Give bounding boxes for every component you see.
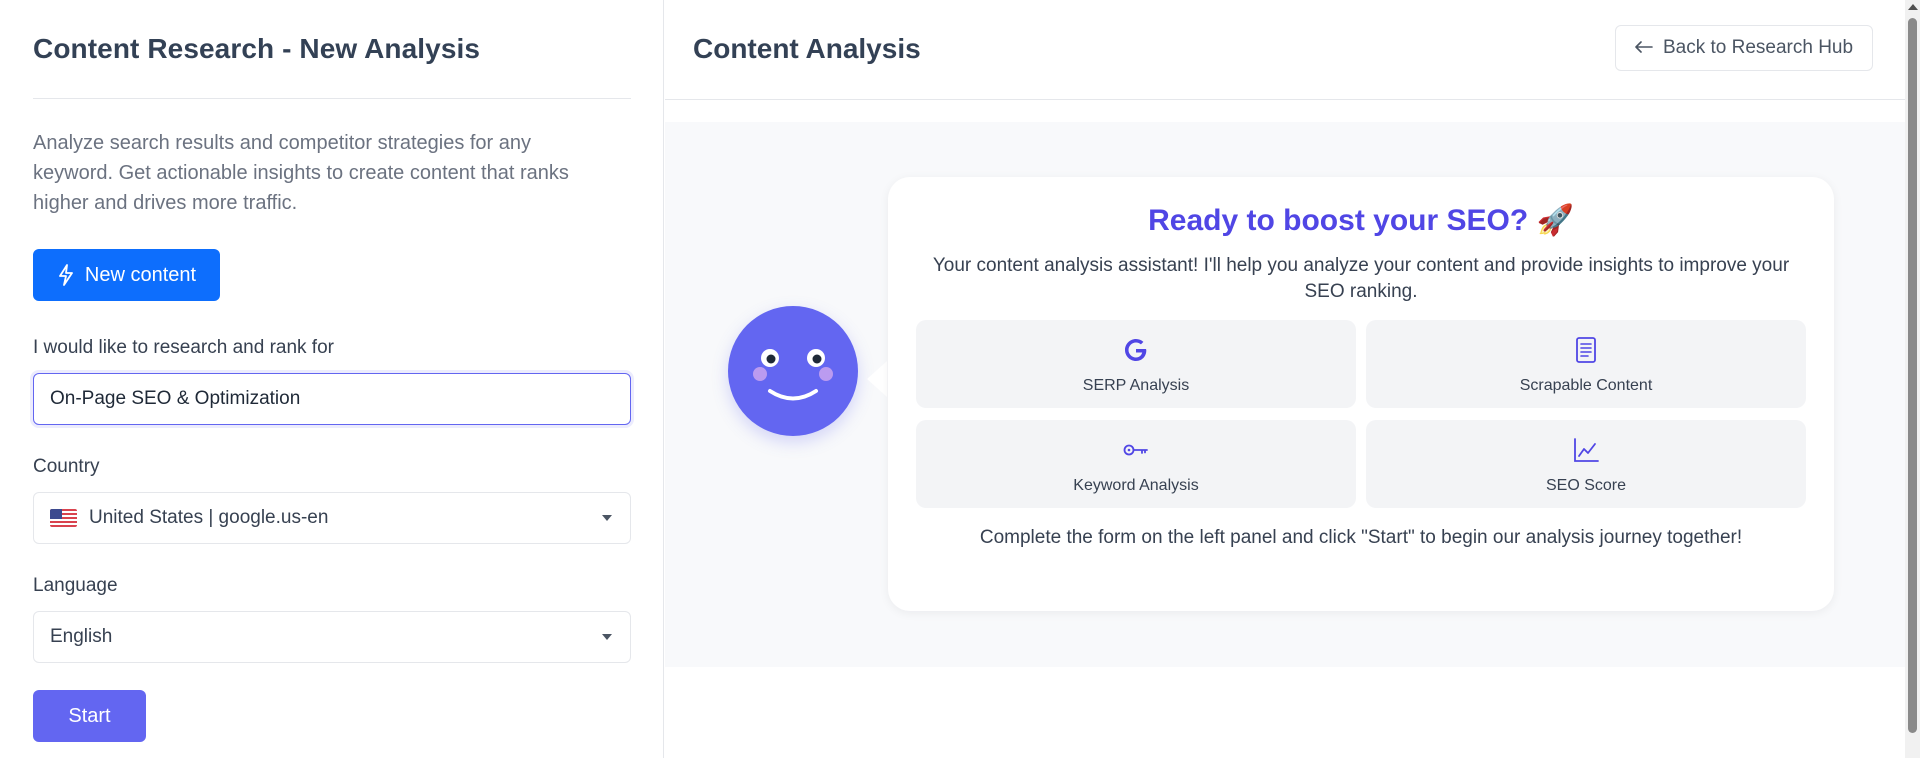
us-flag-icon: [50, 509, 77, 527]
research-label: I would like to research and rank for: [33, 337, 334, 358]
card-title: Ready to boost your SEO? 🚀: [1148, 204, 1574, 237]
keyword-input[interactable]: [33, 373, 631, 425]
left-panel: Content Research - New Analysis Analyze …: [0, 0, 664, 758]
analysis-stage: Ready to boost your SEO? 🚀 Your content …: [665, 122, 1905, 667]
arrow-left-icon: [1635, 37, 1653, 59]
new-content-button[interactable]: New content: [33, 249, 220, 301]
key-icon: [916, 432, 1356, 468]
language-label: Language: [33, 575, 118, 596]
feature-label: Scrapable Content: [1519, 377, 1653, 394]
google-icon: [916, 332, 1356, 368]
feature-label: SEO Score: [1545, 477, 1627, 494]
page-title: Content Research - New Analysis: [33, 33, 481, 64]
feature-seo-score[interactable]: SEO Score: [1366, 420, 1806, 508]
document-icon: [1366, 332, 1806, 368]
welcome-card: Ready to boost your SEO? 🚀 Your content …: [888, 177, 1834, 611]
language-value: English: [50, 626, 113, 647]
vertical-scrollbar[interactable]: [1905, 0, 1920, 758]
feature-keyword-analysis[interactable]: Keyword Analysis: [916, 420, 1356, 508]
card-subtitle: Your content analysis assistant! I'll he…: [932, 255, 1790, 302]
lightning-icon: [57, 264, 75, 286]
start-button[interactable]: Start: [33, 690, 146, 742]
right-panel: Content Analysis Back to Research Hub Re…: [665, 0, 1905, 758]
right-header: Content Analysis Back to Research Hub: [665, 0, 1905, 100]
country-label: Country: [33, 456, 100, 477]
analysis-title: Content Analysis: [693, 33, 921, 64]
chevron-down-icon: [602, 634, 612, 640]
divider: [33, 98, 631, 99]
new-content-label: New content: [84, 263, 197, 286]
smiley-mascot-icon: [728, 306, 858, 436]
feature-scrapable-content[interactable]: Scrapable Content: [1366, 320, 1806, 408]
scrollbar-thumb[interactable]: [1908, 18, 1917, 733]
feature-serp-analysis[interactable]: SERP Analysis: [916, 320, 1356, 408]
country-value: United States | google.us-en: [89, 507, 329, 528]
line-chart-icon: [1366, 432, 1806, 468]
scroll-up-icon[interactable]: [1908, 4, 1918, 10]
page-description: Analyze search results and competitor st…: [33, 132, 569, 214]
feature-label: Keyword Analysis: [1073, 477, 1199, 494]
feature-label: SERP Analysis: [1082, 377, 1190, 394]
chevron-down-icon: [602, 515, 612, 521]
language-select[interactable]: English: [33, 611, 631, 663]
back-label: Back to Research Hub: [1662, 37, 1854, 58]
app-window: Content Research - New Analysis Analyze …: [0, 0, 1920, 758]
country-select[interactable]: United States | google.us-en: [33, 492, 631, 544]
speech-pointer: [867, 361, 887, 397]
card-footer: Complete the form on the left panel and …: [979, 527, 1743, 548]
back-to-research-hub-button[interactable]: Back to Research Hub: [1615, 25, 1873, 71]
